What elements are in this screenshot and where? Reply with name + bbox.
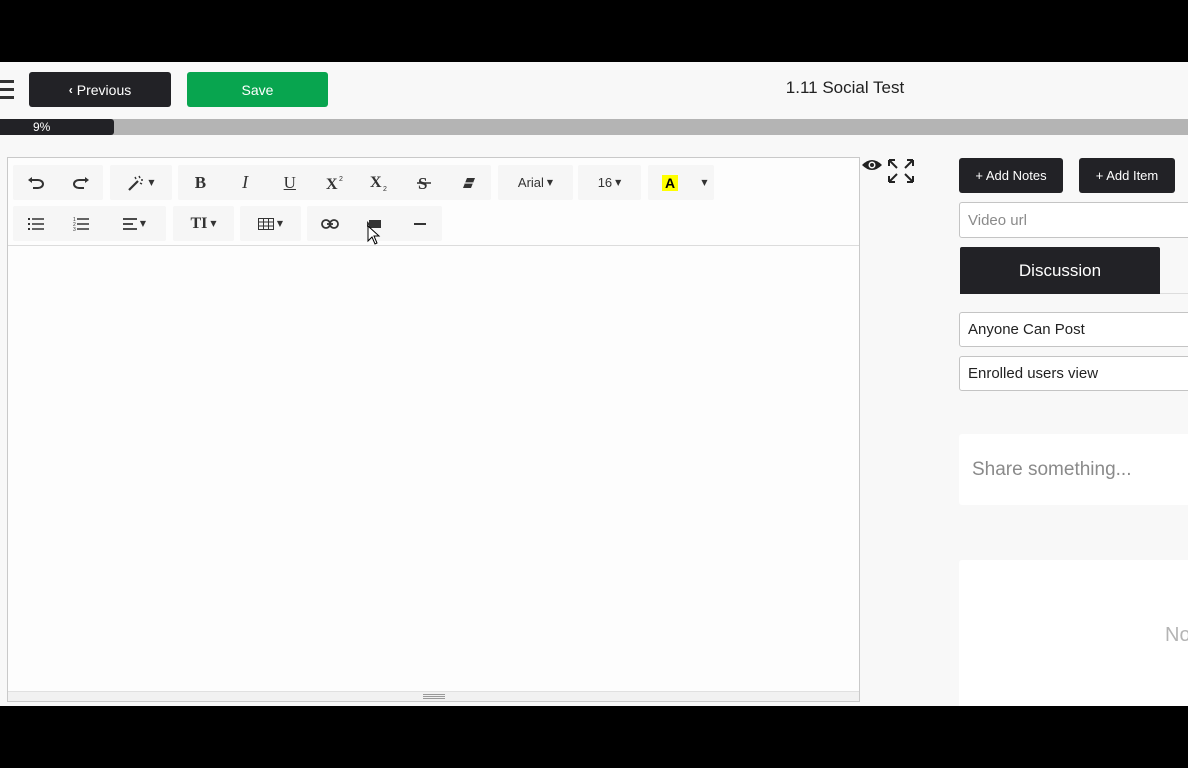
preview-eye-icon[interactable]: [861, 158, 883, 177]
color-group: A ▼: [648, 165, 714, 200]
format-group: B I U X2 X2 S: [178, 165, 491, 200]
table-button[interactable]: ▼: [240, 206, 301, 241]
share-post-input[interactable]: Share something...: [959, 434, 1188, 505]
posts-empty-text: No: [1165, 624, 1188, 646]
progress-fill: [0, 119, 115, 135]
ordered-list-icon[interactable]: 123: [58, 206, 103, 241]
posts-panel: No: [959, 560, 1188, 706]
previous-button-label: Previous: [76, 81, 132, 98]
app-container: ‹ Previous Save 1.11 Social Test 9% ▼ B …: [0, 62, 1188, 706]
chevron-left-icon: ‹: [68, 82, 73, 97]
progress-bar: 9%: [0, 119, 1188, 135]
svg-text:2: 2: [339, 176, 343, 183]
subscript-icon[interactable]: X2: [357, 165, 402, 200]
progress-label: 9%: [33, 120, 51, 134]
italic-icon[interactable]: I: [223, 165, 268, 200]
svg-text:2: 2: [383, 186, 387, 192]
add-notes-button[interactable]: + Add Notes: [959, 158, 1063, 193]
horizontal-rule-icon[interactable]: [397, 206, 442, 241]
save-button[interactable]: Save: [187, 72, 328, 107]
bold-icon[interactable]: B: [178, 165, 223, 200]
letterbox-bottom: [0, 706, 1188, 768]
superscript-icon[interactable]: X2: [312, 165, 357, 200]
highlight-letter: A: [661, 174, 679, 191]
underline-icon[interactable]: U: [267, 165, 312, 200]
redo-icon[interactable]: [58, 165, 103, 200]
previous-button[interactable]: ‹ Previous: [29, 72, 171, 107]
font-family-select[interactable]: Arial ▼: [498, 165, 573, 200]
chevron-down-icon: ▼: [546, 178, 554, 187]
chevron-down-icon: ▼: [615, 178, 622, 187]
rich-text-editor: ▼ B I U X2 X2 S Arial ▼ 16 ▼ A ▼ 1 2 3 ▼…: [7, 157, 860, 702]
unordered-list-icon[interactable]: [13, 206, 58, 241]
editor-content-area[interactable]: [8, 247, 859, 691]
video-url-input[interactable]: [959, 202, 1188, 238]
page-title: 1.11 Social Test: [785, 78, 905, 97]
font-family-value: Arial: [517, 175, 544, 190]
chevron-down-icon: ▼: [139, 219, 147, 228]
align-icon[interactable]: ▼: [103, 206, 166, 241]
link-icon[interactable]: [307, 206, 352, 241]
history-group: [13, 165, 103, 200]
text-height-button[interactable]: TI ▼: [173, 206, 234, 241]
highlight-color-icon[interactable]: A: [648, 165, 692, 200]
editor-toolbar: ▼ B I U X2 X2 S Arial ▼ 16 ▼ A ▼ 1 2 3 ▼…: [8, 158, 859, 246]
mouse-pointer-icon: [367, 224, 381, 250]
editor-resize-handle[interactable]: [8, 691, 859, 701]
color-dropdown-icon[interactable]: ▼: [692, 165, 714, 200]
strikethrough-icon[interactable]: S: [402, 165, 447, 200]
svg-text:3: 3: [73, 227, 76, 231]
fullscreen-expand-icon[interactable]: [887, 158, 915, 189]
magic-group: ▼: [110, 165, 172, 200]
tab-divider: [1160, 293, 1188, 294]
magic-wand-icon[interactable]: ▼: [110, 165, 172, 200]
tab-discussion[interactable]: Discussion: [960, 247, 1160, 294]
letterbox-top: [0, 0, 1188, 62]
undo-icon[interactable]: [13, 165, 58, 200]
list-group: 123 ▼: [13, 206, 166, 241]
chevron-down-icon: ▼: [276, 219, 284, 228]
chevron-down-icon: ▼: [148, 178, 155, 187]
text-height-icon: TI: [190, 214, 208, 232]
font-size-value: 16: [597, 175, 613, 190]
view-permission-select[interactable]: Enrolled users view: [959, 356, 1188, 391]
svg-text:X: X: [370, 174, 382, 191]
svg-text:X: X: [326, 176, 338, 191]
hamburger-menu-icon[interactable]: [0, 80, 14, 100]
post-permission-select[interactable]: Anyone Can Post: [959, 312, 1188, 347]
eraser-icon[interactable]: [446, 165, 491, 200]
chevron-down-icon: ▼: [210, 219, 217, 228]
font-size-select[interactable]: 16 ▼: [578, 165, 641, 200]
resize-grip-icon: [423, 694, 445, 699]
add-item-button[interactable]: + Add Item: [1079, 158, 1175, 193]
table-icon: [257, 217, 274, 230]
chevron-down-icon: ▼: [701, 178, 708, 187]
